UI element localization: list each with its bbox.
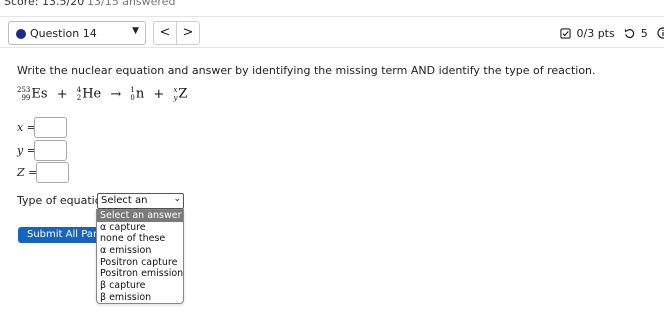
question-select[interactable]: Question 14 ▼ (8, 21, 146, 45)
tries-remaining: 5 (640, 26, 648, 40)
type-of-equation-label: Type of equation (17, 194, 109, 207)
option-alpha-capture[interactable]: α capture (97, 222, 183, 234)
retry-icon (625, 28, 635, 38)
reactant-einsteinium: 253 99 Es (17, 86, 48, 102)
previous-question-button[interactable]: < (153, 21, 177, 45)
type-of-equation-select[interactable]: Select an answer ⌄ (97, 193, 184, 217)
submit-all-parts-button[interactable]: Submit All Parts (18, 227, 102, 243)
option-none-of-these[interactable]: none of these (97, 233, 183, 245)
score-bar: Score: 13.5/20 13/15 answered (0, 0, 664, 9)
y-input[interactable] (34, 140, 67, 161)
answered-count: 13/15 answered (87, 0, 176, 8)
z-label: Z = (17, 166, 38, 179)
option-beta-emission[interactable]: β emission (97, 292, 183, 303)
question-status-dot (16, 29, 26, 39)
option-alpha-emission[interactable]: α emission (97, 245, 183, 257)
option-select-an-answer[interactable]: Select an answer (97, 210, 183, 222)
question-nav-bar: Question 14 ▼ < > 0/3 pts 5 De (0, 16, 664, 48)
x-input[interactable] (34, 117, 67, 138)
points-text: 0/3 pts (576, 26, 615, 40)
info-icon[interactable] (657, 27, 664, 39)
type-options-dropdown: Select an answer α capture none of these… (96, 209, 184, 304)
product-unknown: xyZ (173, 86, 188, 102)
option-positron-capture[interactable]: Positron capture (97, 257, 183, 269)
nuclear-equation: 253 99 Es + 4 2 He → 10n + xyZ (17, 86, 188, 102)
chevron-down-icon: ⌄ (173, 194, 181, 204)
checkbox-icon (560, 27, 571, 39)
question-select-label: Question 14 (30, 27, 97, 40)
product-neutron: 10n (130, 86, 145, 102)
caret-down-icon: ▼ (132, 26, 139, 36)
option-beta-capture[interactable]: β capture (97, 280, 183, 292)
next-question-button[interactable]: > (176, 21, 200, 45)
question-info: 0/3 pts 5 De (560, 26, 664, 42)
z-input[interactable] (36, 162, 69, 183)
option-positron-emission[interactable]: Positron emission (97, 268, 183, 280)
reactant-helium: 4 2 He (76, 86, 102, 102)
question-prompt: Write the nuclear equation and answer by… (17, 64, 596, 77)
score-text: Score: 13.5/20 (4, 0, 85, 8)
